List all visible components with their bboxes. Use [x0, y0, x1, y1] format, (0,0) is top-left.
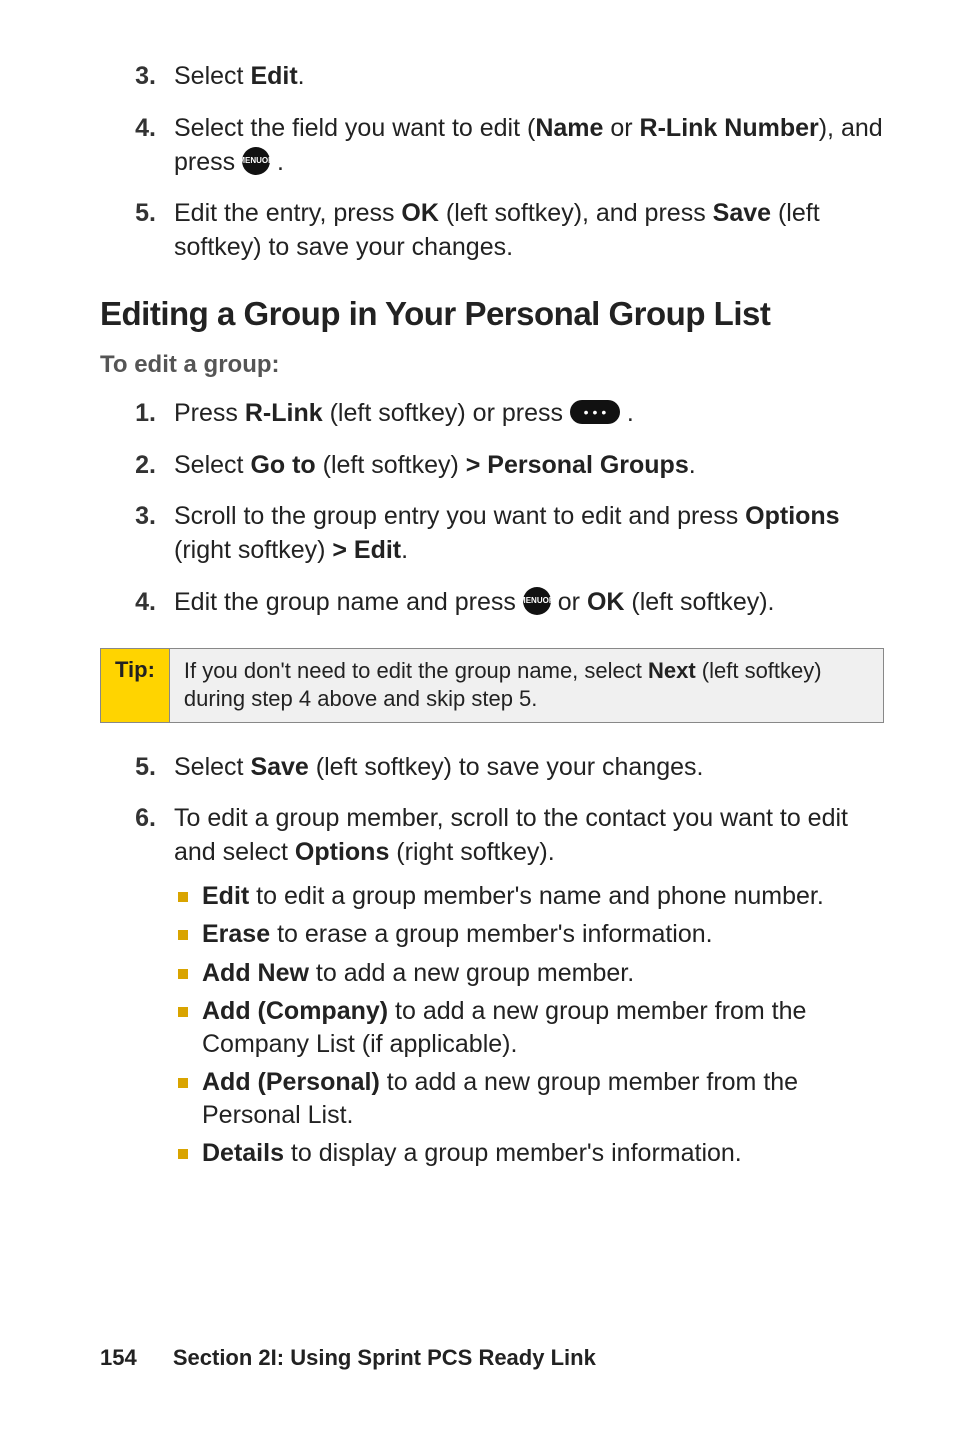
tip-box: Tip: If you don't need to edit the group… [100, 648, 884, 723]
section-label: Section 2I: Using Sprint PCS Ready Link [173, 1345, 596, 1370]
step-text: Edit the entry, press OK (left softkey),… [174, 197, 884, 265]
step-number: 2. [100, 449, 174, 483]
instruction-list-lower: 5. Select Save (left softkey) to save yo… [100, 751, 884, 1176]
step-number: 4. [100, 586, 174, 620]
instruction-list-mid: 1. Press R-Link (left softkey) or press … [100, 397, 884, 620]
page-number: 154 [100, 1345, 137, 1370]
step-number: 5. [100, 751, 174, 785]
rlink-button-icon: ••• [570, 400, 620, 424]
instruction-item: 4. Select the field you want to edit (Na… [100, 112, 884, 180]
step-number: 3. [100, 60, 174, 94]
instruction-item: 3. Select Edit. [100, 60, 884, 94]
bullet-item: Erase to erase a group member's informat… [174, 918, 884, 951]
step-text: Scroll to the group entry you want to ed… [174, 500, 884, 568]
tip-body: If you don't need to edit the group name… [170, 649, 883, 722]
instruction-item: 6. To edit a group member, scroll to the… [100, 802, 884, 1176]
step-text: Select the field you want to edit (Name … [174, 112, 884, 180]
instruction-item: 2. Select Go to (left softkey) > Persona… [100, 449, 884, 483]
page-footer: 154 Section 2I: Using Sprint PCS Ready L… [100, 1345, 596, 1371]
page: 3. Select Edit. 4. Select the field you … [0, 0, 954, 1431]
step-number: 6. [100, 802, 174, 1176]
subheading: To edit a group: [100, 351, 884, 379]
step-text: Edit the group name and press MENUOK or … [174, 586, 884, 620]
instruction-list-top: 3. Select Edit. 4. Select the field you … [100, 60, 884, 265]
instruction-item: 5. Edit the entry, press OK (left softke… [100, 197, 884, 265]
step-text: Press R-Link (left softkey) or press •••… [174, 397, 884, 431]
tip-label: Tip: [101, 649, 170, 722]
step-number: 4. [100, 112, 174, 180]
options-bullets: Edit to edit a group member's name and p… [174, 880, 884, 1170]
step-number: 5. [100, 197, 174, 265]
step-text: Select Edit. [174, 60, 884, 94]
instruction-item: 5. Select Save (left softkey) to save yo… [100, 751, 884, 785]
step-number: 3. [100, 500, 174, 568]
instruction-item: 3. Scroll to the group entry you want to… [100, 500, 884, 568]
bullet-item: Details to display a group member's info… [174, 1137, 884, 1170]
step-text: To edit a group member, scroll to the co… [174, 802, 884, 1176]
step-text: Select Save (left softkey) to save your … [174, 751, 884, 785]
section-heading: Editing a Group in Your Personal Group L… [100, 295, 884, 333]
menu-ok-icon: MENUOK [523, 587, 551, 615]
step-text: Select Go to (left softkey) > Personal G… [174, 449, 884, 483]
step-number: 1. [100, 397, 174, 431]
instruction-item: 1. Press R-Link (left softkey) or press … [100, 397, 884, 431]
bullet-item: Edit to edit a group member's name and p… [174, 880, 884, 913]
instruction-item: 4. Edit the group name and press MENUOK … [100, 586, 884, 620]
bullet-item: Add (Company) to add a new group member … [174, 995, 884, 1060]
bullet-item: Add New to add a new group member. [174, 957, 884, 990]
bullet-item: Add (Personal) to add a new group member… [174, 1066, 884, 1131]
menu-ok-icon: MENUOK [242, 147, 270, 175]
